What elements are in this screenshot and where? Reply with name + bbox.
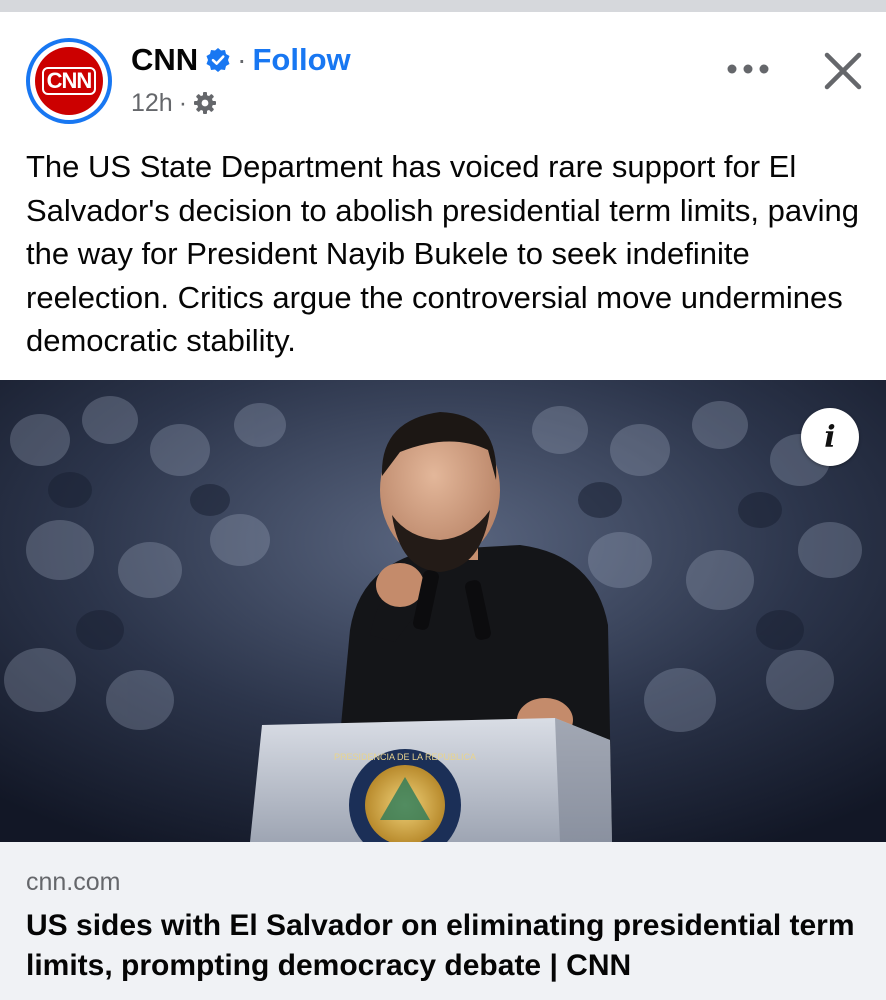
page-avatar[interactable]: CNN <box>26 38 112 124</box>
photo-speaker-at-podium: PRESIDENCIA DE LA REPUBLICA <box>0 380 886 842</box>
info-button[interactable]: i <box>801 408 859 466</box>
link-preview-card[interactable]: cnn.com US sides with El Salvador on eli… <box>0 842 886 1000</box>
post-meta: 12h · <box>131 88 217 118</box>
facebook-post: CNN CNN · Follow 12h · The US State Depa… <box>0 0 886 1000</box>
post-timestamp[interactable]: 12h <box>131 89 173 118</box>
link-headline: US sides with El Salvador on eliminating… <box>26 909 855 982</box>
seal-text: PRESIDENCIA DE LA REPUBLICA <box>334 752 476 762</box>
follow-button[interactable]: Follow <box>253 42 351 78</box>
more-options-button[interactable] <box>722 54 774 84</box>
link-domain: cnn.com <box>26 868 121 896</box>
name-row: CNN · Follow <box>131 40 351 80</box>
cnn-logo: CNN <box>35 47 103 115</box>
name-separator: · <box>237 44 247 75</box>
info-icon: i <box>824 419 836 455</box>
page-name[interactable]: CNN <box>131 42 198 78</box>
svg-text:PRESIDENCIA DE LA REPUBLICA: PRESIDENCIA DE LA REPUBLICA <box>334 752 476 762</box>
close-icon <box>824 52 862 90</box>
post-image[interactable]: PRESIDENCIA DE LA REPUBLICA i <box>0 380 886 842</box>
more-dots-icon <box>727 64 769 74</box>
meta-separator: · <box>178 88 188 117</box>
verified-badge-icon <box>205 47 231 73</box>
post-body-text: The US State Department has voiced rare … <box>26 149 859 358</box>
gear-icon[interactable] <box>193 91 217 115</box>
post-header: CNN CNN · Follow 12h · <box>0 12 886 134</box>
close-button[interactable] <box>818 46 868 96</box>
avatar-logo-text: CNN <box>41 67 97 95</box>
top-divider <box>0 0 886 12</box>
